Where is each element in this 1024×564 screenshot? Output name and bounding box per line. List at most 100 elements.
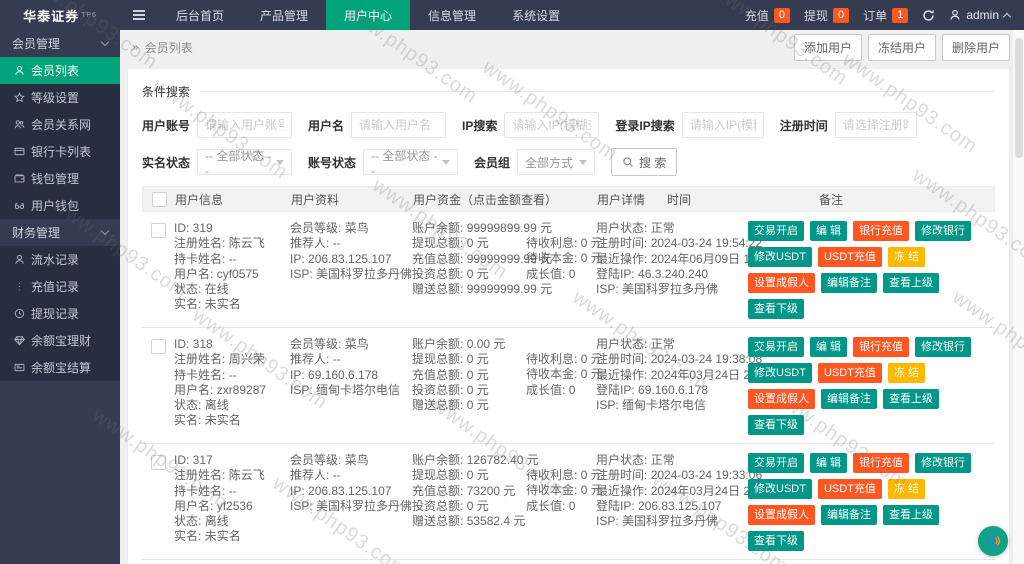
recharge-total[interactable]: 0 元: [467, 368, 489, 382]
edit-remark-button[interactable]: 编辑备注: [821, 505, 877, 525]
edit-usdt-button[interactable]: 修改USDT: [748, 479, 812, 499]
nav-item-info[interactable]: 信息管理: [410, 0, 494, 30]
invest-total[interactable]: 0 元: [467, 267, 489, 281]
withdraw-total[interactable]: 0 元: [467, 352, 489, 366]
freeze-button[interactable]: 冻 结: [887, 247, 925, 267]
sidebar-item-user-wallet[interactable]: 用户钱包: [0, 192, 120, 219]
sidebar-item-flow-records[interactable]: 流水记录: [0, 246, 120, 273]
search-button-label: 搜 索: [639, 155, 667, 170]
add-user-button[interactable]: 添加用户: [793, 33, 862, 61]
view-downline-button[interactable]: 查看下级: [748, 299, 804, 319]
member-level: 菜鸟: [344, 221, 369, 235]
delete-user-button[interactable]: 删除用户: [941, 33, 1010, 61]
account-status-select[interactable]: -- 全部状态 --: [363, 149, 459, 178]
trade-toggle-button[interactable]: 交易开启: [748, 221, 804, 241]
menu-toggle-icon[interactable]: [120, 0, 158, 30]
sidebar-item-bank-cards[interactable]: 银行卡列表: [0, 138, 120, 165]
scrollbar-thumb[interactable]: [1015, 38, 1023, 158]
username-link[interactable]: cyf0575: [217, 267, 259, 281]
sidebar-group-members[interactable]: 会员管理: [0, 30, 120, 57]
trade-toggle-button[interactable]: 交易开启: [748, 453, 804, 473]
sidebar-item-yuebao-invest[interactable]: 余额宝理财: [0, 327, 120, 354]
freeze-button[interactable]: 冻 结: [887, 479, 925, 499]
edit-bank-button[interactable]: 修改银行: [915, 453, 972, 473]
sidebar-item-wallet-mgmt[interactable]: 钱包管理: [0, 165, 120, 192]
edit-remark-button[interactable]: 编辑备注: [821, 273, 877, 293]
invest-total[interactable]: 0 元: [467, 383, 489, 397]
edit-remark-button[interactable]: 编辑备注: [821, 389, 877, 409]
nav-item-system[interactable]: 系统设置: [494, 0, 578, 30]
sidebar-item-label: 余额宝理财: [31, 334, 92, 348]
bank-recharge-button[interactable]: 银行充值: [853, 337, 910, 357]
recharge-stat[interactable]: 充值 0: [745, 7, 791, 24]
login-ip-search-input[interactable]: [681, 112, 764, 138]
edit-button[interactable]: 编 辑: [810, 453, 848, 473]
bank-recharge-button[interactable]: 银行充值: [853, 221, 910, 241]
user-account-input[interactable]: [197, 112, 293, 138]
clock-icon: [14, 308, 25, 319]
login-isp: 美国科罗拉多丹佛: [622, 514, 719, 529]
edit-usdt-button[interactable]: 修改USDT: [748, 363, 812, 383]
scrollbar[interactable]: [1012, 30, 1024, 564]
view-upline-button[interactable]: 查看上级: [883, 273, 939, 293]
gift-total[interactable]: 99999999.99 元: [467, 282, 552, 296]
sidebar-item-level-settings[interactable]: 等级设置: [0, 84, 120, 111]
refresh-icon[interactable]: [922, 9, 935, 22]
realname-status: 未实名: [204, 413, 241, 428]
username-input[interactable]: [351, 112, 447, 138]
view-downline-button[interactable]: 查看下级: [748, 531, 804, 551]
admin-menu[interactable]: admin: [949, 8, 1012, 22]
edit-button[interactable]: 编 辑: [810, 337, 848, 357]
username-link[interactable]: yf2536: [217, 499, 253, 513]
usdt-recharge-button[interactable]: USDT充值: [817, 247, 882, 267]
trade-toggle-button[interactable]: 交易开启: [748, 337, 804, 357]
edit-button[interactable]: 编 辑: [810, 221, 848, 241]
freeze-user-button[interactable]: 冻结用户: [867, 33, 936, 61]
nav-item-products[interactable]: 产品管理: [242, 0, 326, 30]
view-upline-button[interactable]: 查看上级: [883, 389, 939, 409]
sidebar-group-finance[interactable]: 财务管理: [0, 219, 120, 246]
row-checkbox[interactable]: [150, 455, 166, 470]
field-label: IP搜索: [462, 118, 498, 133]
row-checkbox[interactable]: [150, 223, 166, 238]
row-checkbox[interactable]: [150, 339, 166, 354]
realname-status-select[interactable]: -- 全部状态 --: [197, 149, 293, 178]
usdt-recharge-button[interactable]: USDT充值: [817, 363, 882, 383]
brand-logo[interactable]: 华泰证券 TP6: [0, 0, 120, 30]
sidebar-item-yuebao-settle[interactable]: 余额宝结算: [0, 354, 120, 381]
usdt-recharge-button[interactable]: USDT充值: [817, 479, 882, 499]
set-fake-user-button[interactable]: 设置成假人: [748, 505, 815, 525]
sidebar-item-member-network[interactable]: 会员关系网: [0, 111, 120, 138]
account-balance[interactable]: 0.00 元: [467, 337, 506, 351]
bank-recharge-button[interactable]: 银行充值: [853, 453, 910, 473]
growth-value: 0: [568, 266, 576, 281]
view-upline-button[interactable]: 查看上级: [883, 505, 939, 525]
invest-total[interactable]: 0 元: [467, 499, 489, 513]
gift-total[interactable]: 0 元: [467, 398, 489, 412]
register-time-input[interactable]: [834, 112, 917, 138]
username-link[interactable]: zxr89287: [217, 383, 266, 397]
set-fake-user-button[interactable]: 设置成假人: [748, 389, 815, 409]
withdraw-stat[interactable]: 提现 0: [804, 7, 850, 24]
sidebar-item-withdraw-records[interactable]: 提现记录: [0, 300, 120, 327]
gift-total[interactable]: 53582.4 元: [467, 514, 526, 528]
member-group-select[interactable]: 全部方式: [517, 149, 596, 175]
audio-float-button[interactable]: [978, 526, 1008, 556]
sidebar-item-member-list[interactable]: 会员列表: [0, 57, 120, 84]
edit-bank-button[interactable]: 修改银行: [915, 221, 972, 241]
edit-bank-button[interactable]: 修改银行: [915, 337, 972, 357]
nav-item-home[interactable]: 后台首页: [158, 0, 242, 30]
sidebar-item-recharge-records[interactable]: 充值记录: [0, 273, 120, 300]
nav-item-user-center[interactable]: 用户中心: [326, 0, 411, 30]
view-downline-button[interactable]: 查看下级: [748, 415, 804, 435]
select-all-checkbox[interactable]: [151, 191, 167, 207]
set-fake-user-button[interactable]: 设置成假人: [748, 273, 815, 293]
edit-usdt-button[interactable]: 修改USDT: [748, 247, 812, 267]
recharge-total[interactable]: 73200 元: [467, 484, 516, 498]
withdraw-total[interactable]: 0 元: [467, 468, 489, 482]
withdraw-total[interactable]: 0 元: [467, 236, 489, 250]
search-button[interactable]: 搜 索: [611, 148, 678, 176]
ip-search-input[interactable]: [504, 112, 600, 138]
order-stat[interactable]: 订单 1: [863, 7, 909, 24]
freeze-button[interactable]: 冻 结: [887, 363, 925, 383]
